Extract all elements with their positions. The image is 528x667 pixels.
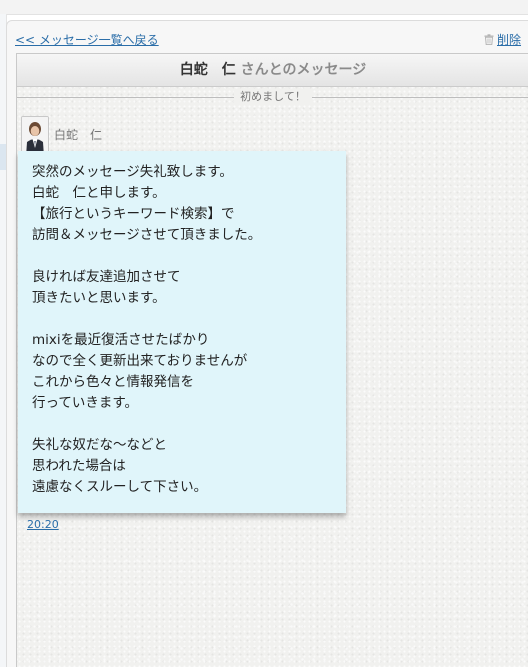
message-line: 訪問＆メッセージさせて頂きました。 (32, 227, 262, 243)
message-line: 遠慮なくスルーして下さい。 (32, 479, 208, 495)
trash-icon (484, 34, 494, 48)
thread-header: 白蛇 仁 さんとのメッセージ (17, 54, 528, 87)
partner-name: 白蛇 仁 (179, 62, 236, 78)
message-line: 突然のメッセージ失礼致します。 (32, 164, 233, 180)
header-suffix: さんとのメッセージ (240, 62, 367, 78)
delete-label: 削除 (497, 33, 522, 47)
message-line: mixiを最近復活させたばかり (32, 332, 210, 348)
message-line: 行っていきます。 (32, 395, 138, 411)
message-line: 頂きたいと思います。 (32, 290, 166, 306)
message-line: これから色々と情報発信を (32, 374, 194, 390)
message-line: 白蛇 仁と申します。 (32, 185, 166, 201)
message-timestamp[interactable]: 20:20 (27, 518, 59, 531)
subject-label: 初めまして！ (17, 89, 528, 105)
message-line: なので全く更新出来ておりませんが (32, 353, 248, 369)
back-to-message-list-link[interactable]: << メッセージ一覧へ戻る (15, 31, 159, 48)
message-line: 思われた場合は (32, 458, 126, 474)
top-strip (0, 0, 528, 15)
message-line: 良ければ友達追加させて (32, 269, 181, 285)
delete-message-link[interactable]: 削除 (484, 31, 521, 48)
message-page: << メッセージ一覧へ戻る 削除 白蛇 仁 さんとのメッセージ 初めまして！ 白… (0, 0, 528, 667)
message-line: 失礼な奴だな〜などと (32, 437, 167, 453)
message-thread-panel: 白蛇 仁 さんとのメッセージ 初めまして！ 白蛇 仁 突然のメッセージ失礼致しま… (16, 53, 528, 667)
subject-text: 初めまして！ (234, 90, 312, 103)
message-line: 【旅行というキーワード検索】で (32, 206, 235, 222)
sender-name[interactable]: 白蛇 仁 (54, 126, 102, 143)
message-bubble: 突然のメッセージ失礼致します。 白蛇 仁と申します。 【旅行というキーワード検索… (18, 151, 346, 513)
